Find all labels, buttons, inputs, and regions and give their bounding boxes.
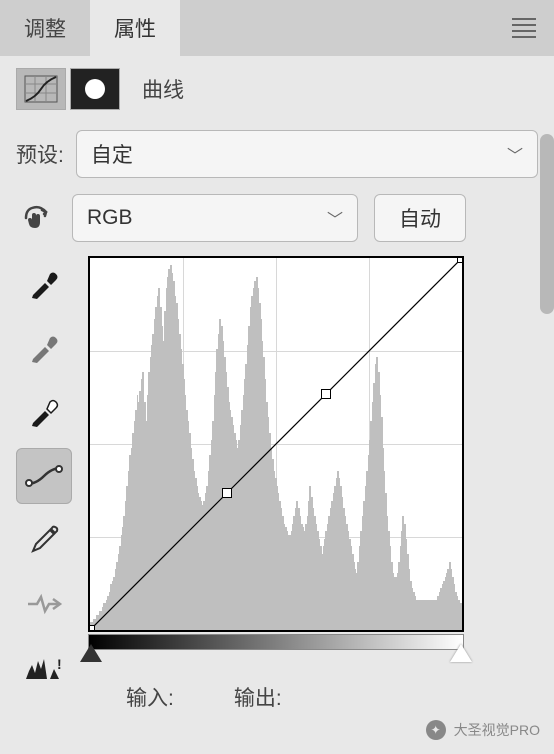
scrollbar[interactable]	[540, 134, 554, 314]
channel-value: RGB	[87, 206, 133, 230]
curves-graph[interactable]	[88, 256, 464, 632]
curve-edit-icon[interactable]	[16, 448, 72, 504]
white-point-slider[interactable]	[450, 644, 472, 662]
black-point-slider[interactable]	[80, 644, 102, 662]
watermark: ✦ 大圣视觉PRO	[426, 720, 540, 740]
curve-point[interactable]	[222, 488, 232, 498]
black-eyedropper-icon[interactable]	[16, 256, 72, 312]
svg-text:!: !	[57, 656, 62, 672]
curves-adjustment-icon[interactable]	[16, 68, 66, 110]
tab-properties[interactable]: 属性	[90, 0, 180, 56]
preset-value: 自定	[91, 139, 133, 169]
preset-dropdown[interactable]: 自定 ﹀	[76, 130, 538, 178]
curve-point[interactable]	[321, 389, 331, 399]
preset-label: 预设:	[16, 139, 64, 169]
white-eyedropper-icon[interactable]	[16, 384, 72, 440]
input-label: 输入:	[126, 682, 174, 712]
curve-point[interactable]	[457, 256, 464, 263]
clip-histogram-icon[interactable]: !	[16, 640, 72, 696]
pencil-icon[interactable]	[16, 512, 72, 568]
curves-label: 曲线	[142, 74, 184, 104]
output-label: 输出:	[234, 682, 282, 712]
panel-menu-icon[interactable]	[512, 18, 536, 38]
auto-button[interactable]: 自动	[374, 194, 466, 242]
tab-adjustments[interactable]: 调整	[0, 0, 90, 56]
smooth-icon[interactable]	[16, 576, 72, 632]
channel-dropdown[interactable]: RGB ﹀	[72, 194, 358, 242]
chevron-down-icon: ﹀	[327, 206, 343, 230]
curve-point[interactable]	[88, 625, 95, 632]
gray-eyedropper-icon[interactable]	[16, 320, 72, 376]
chevron-down-icon: ﹀	[507, 142, 523, 166]
targeted-adjustment-icon[interactable]	[16, 198, 56, 238]
wechat-icon: ✦	[426, 720, 446, 740]
mask-icon[interactable]	[70, 68, 120, 110]
